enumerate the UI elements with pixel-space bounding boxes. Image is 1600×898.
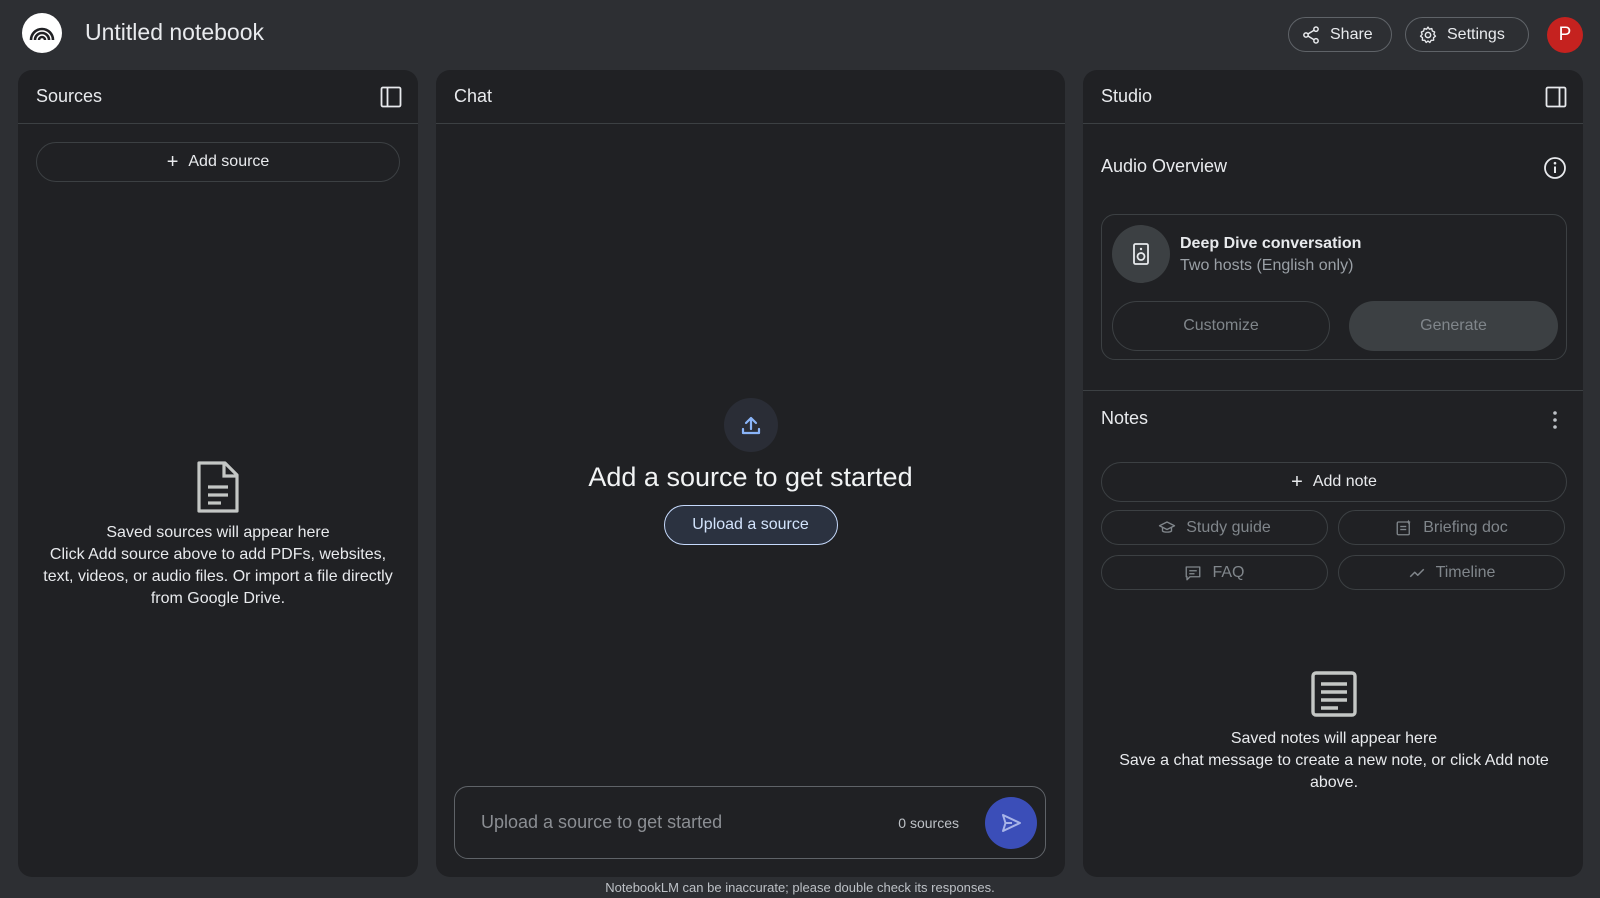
briefing-doc-icon [1396, 519, 1411, 535]
collapse-panel-icon[interactable] [1545, 86, 1567, 108]
more-vert-icon[interactable] [1543, 408, 1567, 432]
chat-title: Chat [454, 86, 493, 106]
speaker-icon-container [1112, 225, 1170, 283]
audio-overview-card: Deep Dive conversation Two hosts (Englis… [1101, 214, 1567, 360]
add-note-label: Add note [1312, 473, 1377, 490]
chat-heading: Add a source to get started [588, 462, 913, 492]
chat-empty-state: Add a source to get started Upload a sou… [436, 398, 1065, 545]
audio-card-subtitle: Two hosts (English only) [1180, 257, 1354, 274]
studio-header: Studio [1083, 70, 1583, 124]
generate-button[interactable]: Generate [1349, 301, 1558, 351]
study-guide-label: Study guide [1186, 518, 1271, 536]
chat-header: Chat [436, 70, 1065, 124]
upload-icon-container [723, 398, 778, 452]
notebook-title[interactable]: Untitled notebook [85, 19, 264, 46]
collapse-panel-icon[interactable] [380, 86, 402, 108]
timeline-icon [1409, 568, 1424, 577]
share-icon [1303, 25, 1319, 44]
send-icon [1002, 813, 1021, 832]
timeline-label: Timeline [1435, 563, 1496, 581]
study-guide-button[interactable]: Study guide [1101, 510, 1328, 545]
school-icon [1159, 520, 1176, 533]
section-divider [1083, 390, 1583, 391]
settings-button[interactable]: Settings [1405, 17, 1529, 52]
notes-empty-state: Saved notes will appear here Save a chat… [1101, 670, 1567, 794]
faq-icon [1186, 565, 1201, 580]
sources-empty-title: Saved sources will appear here [106, 524, 330, 541]
notes-title: Notes [1101, 408, 1149, 428]
customize-button[interactable]: Customize [1112, 301, 1330, 351]
sources-empty-body: Click Add source above to add PDFs, webs… [43, 546, 393, 607]
notebooklm-logo-icon[interactable] [22, 13, 62, 53]
timeline-button[interactable]: Timeline [1338, 555, 1565, 590]
source-count: 0 sources [898, 814, 959, 831]
faq-button[interactable]: FAQ [1101, 555, 1328, 590]
notes-icon [1311, 671, 1357, 717]
add-source-button[interactable]: + Add source [36, 142, 400, 182]
plus-icon: + [1291, 471, 1303, 493]
upload-icon [741, 416, 760, 435]
plus-icon: + [166, 151, 179, 173]
speaker-icon [1133, 243, 1149, 265]
share-button[interactable]: Share [1288, 17, 1392, 52]
chat-input-placeholder[interactable]: Upload a source to get started [481, 812, 898, 833]
info-icon[interactable] [1543, 156, 1567, 180]
top-bar: Untitled notebook Share Settings P [0, 0, 1600, 70]
studio-panel: Studio Audio Overview Deep Dive conversa… [1083, 70, 1583, 877]
add-note-button[interactable]: + Add note [1101, 462, 1567, 502]
document-icon [197, 461, 239, 513]
sources-title: Sources [36, 86, 103, 106]
share-label: Share [1330, 25, 1373, 43]
send-button[interactable] [985, 796, 1037, 849]
add-source-label: Add source [188, 153, 270, 170]
faq-label: FAQ [1212, 563, 1245, 581]
studio-title: Studio [1101, 86, 1153, 106]
audio-overview-title: Audio Overview [1101, 156, 1228, 176]
notes-empty-title: Saved notes will appear here [1230, 730, 1438, 747]
chat-panel: Chat Add a source to get started Upload … [436, 70, 1065, 877]
chat-input[interactable]: Upload a source to get started 0 sources [454, 786, 1046, 859]
gear-icon [1419, 25, 1437, 43]
upload-source-button[interactable]: Upload a source [663, 505, 838, 545]
avatar[interactable]: P [1547, 17, 1583, 53]
notes-empty-body: Save a chat message to create a new note… [1119, 752, 1549, 791]
audio-card-title: Deep Dive conversation [1180, 235, 1362, 252]
sources-panel: Sources + Add source Saved sources will … [18, 70, 418, 877]
settings-label: Settings [1447, 25, 1505, 43]
sources-header: Sources [18, 70, 418, 124]
footer-disclaimer: NotebookLM can be inaccurate; please dou… [605, 880, 995, 895]
sources-empty-state: Saved sources will appear here Click Add… [38, 460, 398, 610]
briefing-doc-label: Briefing doc [1423, 518, 1508, 536]
briefing-doc-button[interactable]: Briefing doc [1338, 510, 1565, 545]
